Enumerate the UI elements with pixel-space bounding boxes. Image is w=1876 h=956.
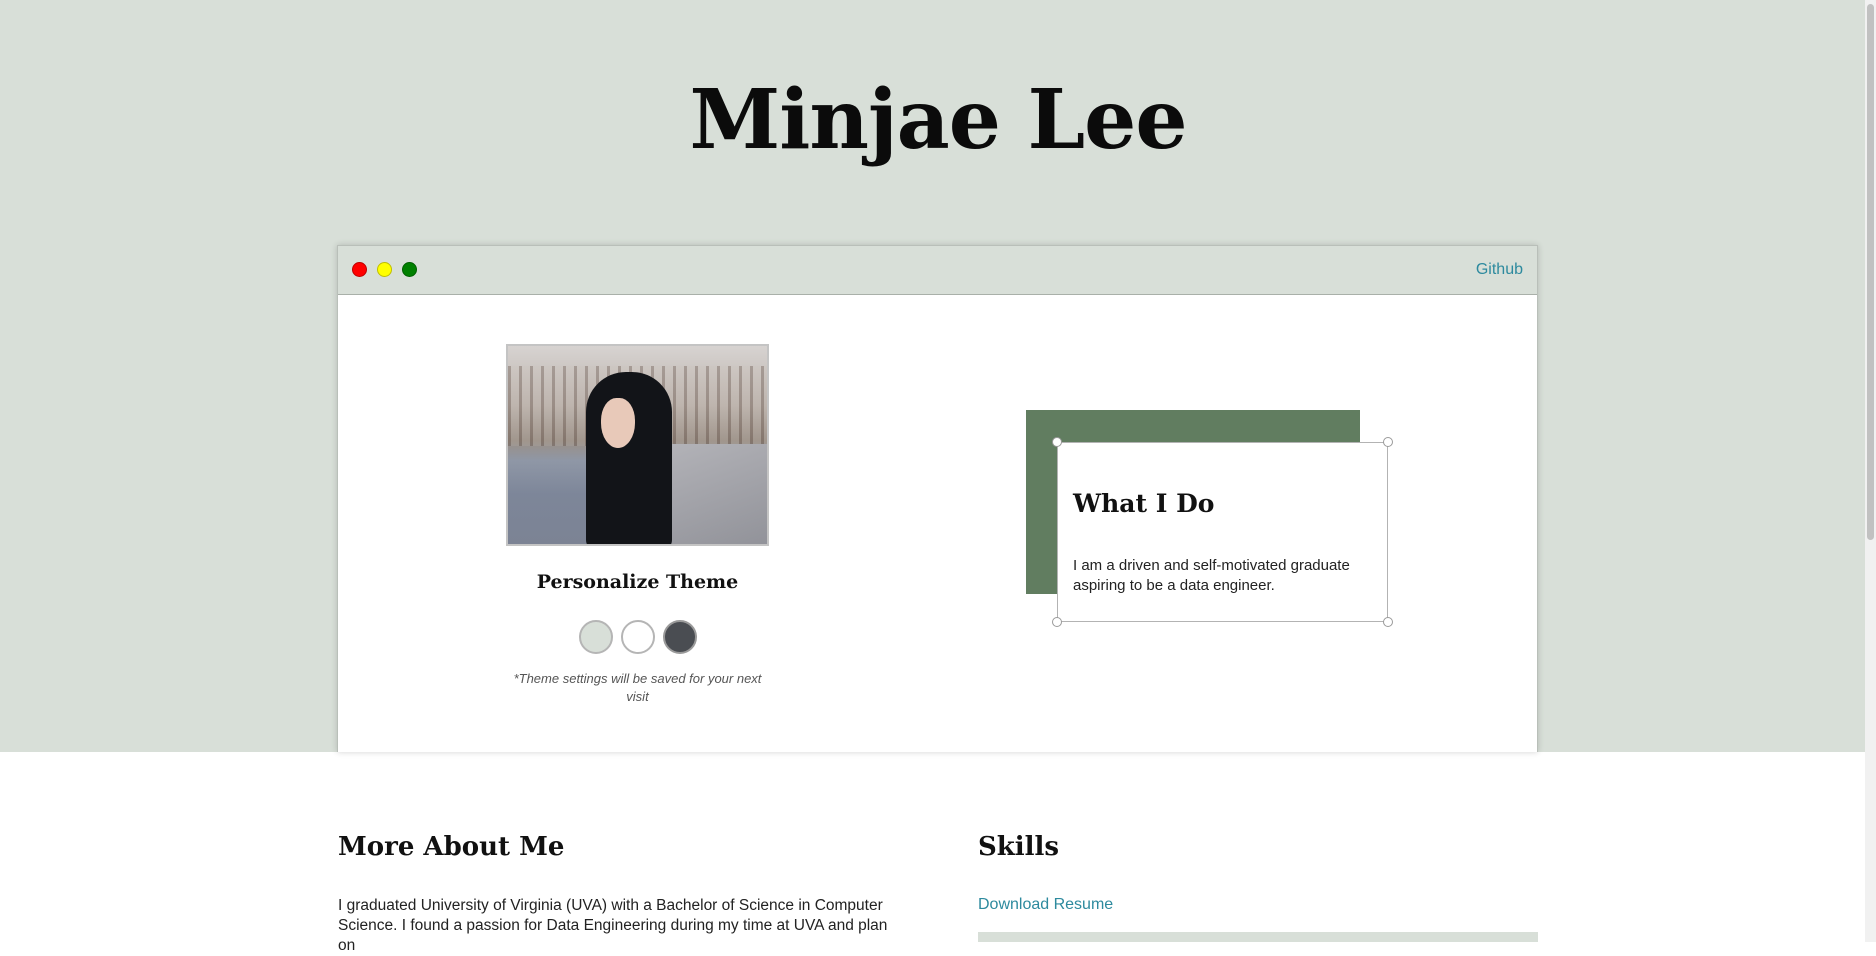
photo-person-hood: [586, 372, 672, 544]
skills-heading: Skills: [978, 832, 1060, 862]
browser-window: Github Personalize Theme *Theme settings…: [337, 245, 1538, 752]
scrollbar-thumb[interactable]: [1867, 4, 1874, 540]
resize-handle-top-right[interactable]: [1383, 437, 1393, 447]
github-link[interactable]: Github: [1476, 261, 1523, 279]
close-dot-icon[interactable]: [352, 262, 367, 277]
resize-handle-bottom-right[interactable]: [1383, 617, 1393, 627]
page-scrollbar[interactable]: [1865, 0, 1876, 942]
site-title: Minjae Lee: [689, 72, 1187, 168]
what-i-do-title: What I Do: [1073, 489, 1215, 518]
theme-swatch-white[interactable]: [621, 620, 655, 654]
personalize-theme-heading: Personalize Theme: [536, 571, 739, 593]
window-title-bar: Github: [338, 246, 1537, 295]
more-about-me-heading: More About Me: [338, 832, 565, 862]
hero-section: Minjae Lee Github Personalize Theme *The…: [0, 0, 1876, 752]
profile-photo: [506, 344, 769, 546]
about-paragraph: I graduated University of Virginia (UVA)…: [338, 897, 888, 954]
photo-face: [601, 398, 635, 448]
resize-handle-bottom-left[interactable]: [1052, 617, 1062, 627]
theme-swatch-sage[interactable]: [579, 620, 613, 654]
theme-note: *Theme settings will be saved for your n…: [513, 671, 762, 704]
minimize-dot-icon[interactable]: [377, 262, 392, 277]
what-i-do-text: I am a driven and self-motivated graduat…: [1073, 557, 1350, 594]
resize-handle-top-left[interactable]: [1052, 437, 1062, 447]
what-i-do-card: What I Do I am a driven and self-motivat…: [1052, 437, 1393, 627]
theme-swatch-dark[interactable]: [663, 620, 697, 654]
download-resume-link[interactable]: Download Resume: [978, 896, 1113, 914]
skills-panel: [978, 932, 1538, 942]
maximize-dot-icon[interactable]: [402, 262, 417, 277]
